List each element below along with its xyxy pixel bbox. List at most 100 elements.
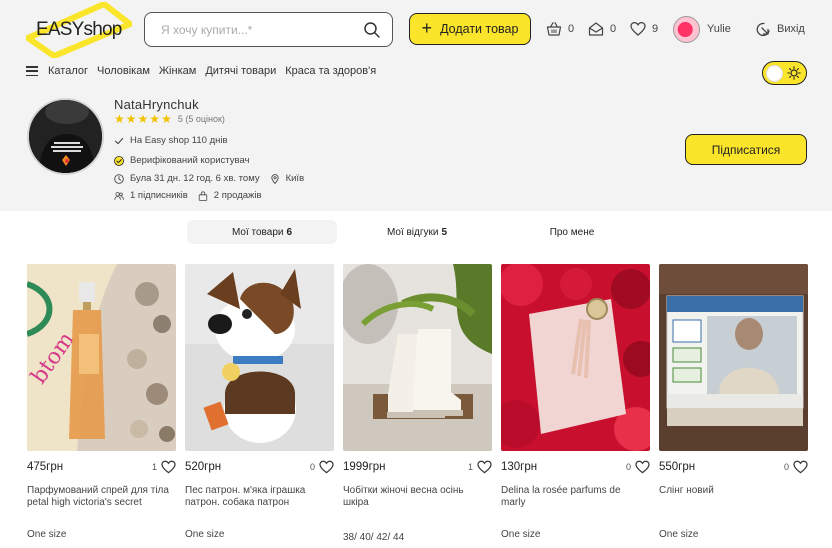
last-seen-text: Була 31 дн. 12 год. 6 хв. тому xyxy=(130,173,260,184)
product-size: One size xyxy=(27,529,67,540)
price-row: 130грн 0 xyxy=(501,459,650,475)
profile-on-site: На Easy shop 110 днів xyxy=(114,135,228,146)
product-title[interactable]: Пес патрон. м'яка іграшка патрон. собака… xyxy=(185,485,330,509)
product-image[interactable] xyxy=(659,264,808,451)
sling-box-photo xyxy=(659,264,808,451)
tab-my-products[interactable]: Мої товари 6 xyxy=(187,220,337,244)
nav-item-kids[interactable]: Дитячі товари xyxy=(205,65,276,77)
heart-icon[interactable] xyxy=(477,460,492,474)
clock-icon xyxy=(114,173,124,184)
search-input[interactable] xyxy=(161,21,351,39)
star-icon: ★ xyxy=(114,112,125,126)
perfume-photo: btom xyxy=(27,264,176,451)
perfume-roses-photo xyxy=(501,264,650,451)
sun-icon xyxy=(787,66,801,80)
like-count: 1 xyxy=(467,462,473,472)
tab-count: 6 xyxy=(286,226,293,238)
star-icon: ★ xyxy=(149,112,161,126)
profile-name: NataHrynchuk xyxy=(114,97,199,112)
product-image[interactable] xyxy=(185,264,334,451)
verified-text: Верифікований користувач xyxy=(130,155,250,166)
profile-photo xyxy=(29,100,102,173)
logout-link[interactable]: Вихід xyxy=(755,21,805,37)
nav-item-men[interactable]: Чоловікам xyxy=(97,65,150,77)
product-image[interactable]: btom xyxy=(27,264,176,451)
product-size: One size xyxy=(185,529,225,540)
profile-stats: 1 підписників 2 продажів xyxy=(114,190,262,201)
heart-icon[interactable] xyxy=(793,460,808,474)
like-control[interactable]: 1 xyxy=(468,460,492,474)
nav-item-catalog[interactable]: Каталог xyxy=(48,65,88,77)
logout-icon xyxy=(756,22,770,37)
product-title[interactable]: Чобітки жіночі весна осінь шкіра xyxy=(343,485,488,509)
profile-avatar xyxy=(27,98,104,175)
product-card[interactable]: 1999грн 1 Чобітки жіночі весна осінь шкі… xyxy=(343,264,492,548)
user-avatar[interactable] xyxy=(673,16,700,43)
user-name[interactable]: Yulie xyxy=(707,23,731,35)
search-icon[interactable] xyxy=(363,21,381,39)
logo-text: EASYshop xyxy=(36,19,122,40)
product-image[interactable] xyxy=(501,264,650,451)
favorites-link[interactable]: 9 xyxy=(630,21,658,37)
basket-icon xyxy=(546,22,562,36)
like-control[interactable]: 0 xyxy=(784,460,808,474)
price-row: 1999грн 1 xyxy=(343,459,492,475)
tab-label: Мої відгуки xyxy=(386,226,439,238)
menu-icon[interactable] xyxy=(26,66,38,76)
search-box[interactable] xyxy=(144,12,393,47)
like-control[interactable]: 1 xyxy=(152,460,176,474)
favorites-count: 9 xyxy=(652,23,659,35)
city-text: Київ xyxy=(285,173,305,184)
heart-icon[interactable] xyxy=(635,460,650,474)
product-card[interactable]: 520грн 0 Пес патрон. м'яка іграшка патро… xyxy=(185,264,334,548)
product-price: 475грн xyxy=(27,461,64,473)
product-price: 130грн xyxy=(501,461,538,473)
tab-label: Про мене xyxy=(549,226,595,238)
star-icon: ★ xyxy=(137,112,149,126)
product-title[interactable]: Парфумований спрей для тіла petal high v… xyxy=(27,485,172,509)
like-count: 1 xyxy=(151,462,157,472)
product-card[interactable]: 550грн 0 Слінг новий One size xyxy=(659,264,808,548)
product-card[interactable]: 130грн 0 Delina la rosée parfums de marl… xyxy=(501,264,650,548)
on-site-text: На Easy shop 110 днів xyxy=(130,135,228,146)
nav-item-beauty[interactable]: Краса та здоров'я xyxy=(285,65,376,77)
subscribe-button[interactable]: Підписатися xyxy=(685,134,807,165)
theme-toggle[interactable] xyxy=(762,61,807,85)
nav-item-women[interactable]: Жінкам xyxy=(159,65,196,77)
like-control[interactable]: 0 xyxy=(310,460,334,474)
rating-text[interactable]: 5 (5 оцінок) xyxy=(178,114,225,124)
product-size: One size xyxy=(659,529,699,540)
like-count: 0 xyxy=(625,462,631,472)
star-icon: ★ xyxy=(161,112,172,126)
sales-text: 2 продажів xyxy=(213,190,262,201)
tab-about-me[interactable]: Про мене xyxy=(497,220,647,244)
profile-verified: Верифікований користувач xyxy=(114,155,249,166)
check-icon xyxy=(114,137,124,144)
heart-icon[interactable] xyxy=(319,460,334,474)
add-product-button[interactable]: + Додати товар xyxy=(409,13,531,45)
product-image[interactable] xyxy=(343,264,492,451)
cart-link[interactable]: 0 xyxy=(546,21,574,37)
heart-icon[interactable] xyxy=(161,460,176,474)
toy-dog-photo xyxy=(185,264,334,451)
followers-text[interactable]: 1 підписників xyxy=(130,190,188,201)
product-card[interactable]: btom 475грн 1 Парфумований спрей для тіл… xyxy=(27,264,176,548)
like-control[interactable]: 0 xyxy=(626,460,650,474)
tab-my-reviews[interactable]: Мої відгуки 5 xyxy=(342,220,492,244)
messages-link[interactable]: 0 xyxy=(588,21,616,37)
messages-count: 0 xyxy=(610,23,617,35)
price-row: 550грн 0 xyxy=(659,459,808,475)
profile-page: EASYshop + Додати товар 0 xyxy=(0,0,832,548)
like-count: 0 xyxy=(783,462,789,472)
cart-count: 0 xyxy=(568,23,575,35)
product-title[interactable]: Слінг новий xyxy=(659,485,804,497)
product-title[interactable]: Delina la rosée parfums de marly xyxy=(501,485,646,509)
boots-photo xyxy=(343,264,492,451)
profile-tabs: Мої товари 6 Мої відгуки 5 Про мене xyxy=(0,220,832,244)
envelope-icon xyxy=(588,22,604,36)
product-size: 38/ 40/ 42/ 44 xyxy=(343,532,405,543)
logo[interactable]: EASYshop xyxy=(26,2,132,58)
product-price: 550грн xyxy=(659,461,696,473)
tab-count: 5 xyxy=(441,226,448,238)
product-size: One size xyxy=(501,529,541,540)
